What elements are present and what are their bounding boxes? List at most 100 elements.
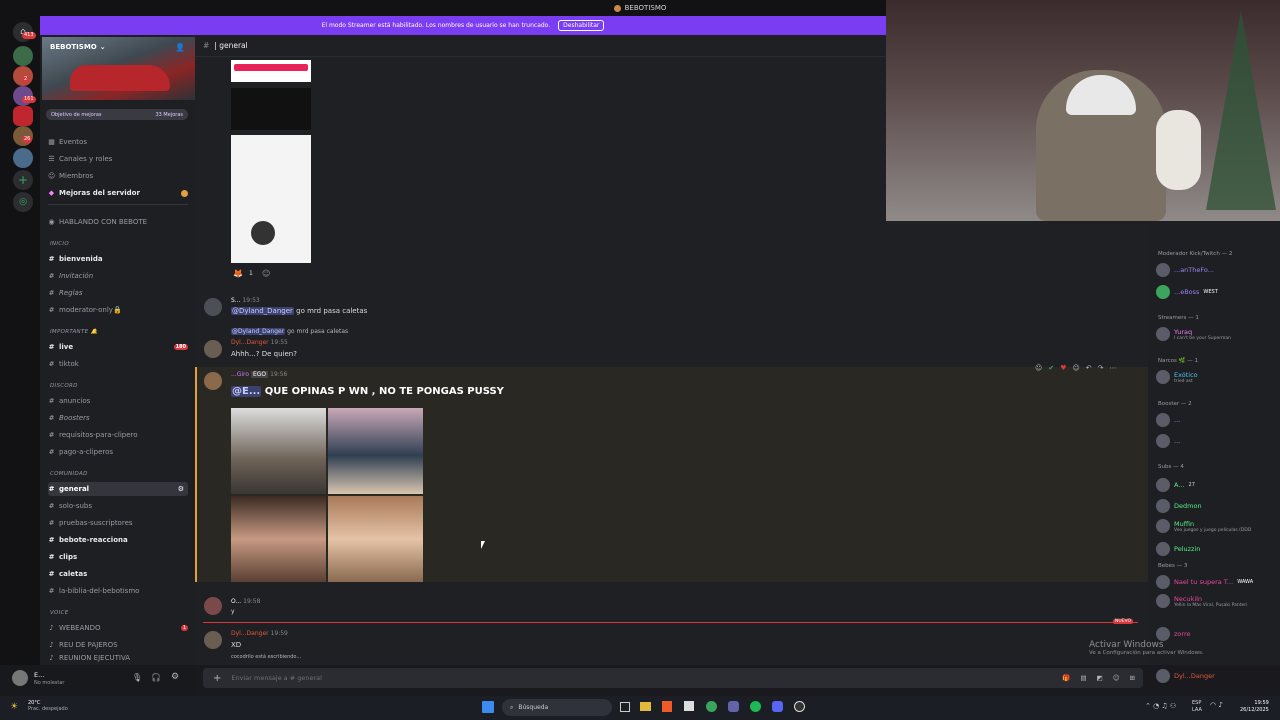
server-icon-1[interactable] [13,46,33,66]
member-item[interactable]: Muffin Veo juegos y juego películas (DDD [1156,519,1251,533]
message-avatar[interactable] [204,631,222,649]
member-item[interactable]: ...eBoss WEST [1156,285,1218,299]
server-icon-6[interactable] [13,148,33,168]
grid-image-1[interactable] [231,408,326,494]
user-avatar[interactable] [12,670,28,686]
taskview-icon[interactable] [620,702,630,712]
reply-icon[interactable]: ↶ [1086,364,1092,372]
forward-icon[interactable]: ↷ [1098,364,1104,372]
sidebar-item-hablando[interactable]: ◉ HABLANDO CON BEBOTE [48,215,188,229]
sidebar-item-mejoras[interactable]: ◆ Mejoras del servidor [48,186,188,200]
message-avatar[interactable] [204,298,222,316]
member-item[interactable]: Exótico tried ast [1156,370,1198,384]
channel-moderator-only[interactable]: # moderator-only🔒 [48,303,188,317]
chrome-icon[interactable] [706,701,717,712]
voice-reunion[interactable]: ♪ REUNION EJECUTIVA [48,653,188,663]
sticker-icon[interactable]: ◩ [1097,674,1103,682]
channel-solo-subs[interactable]: # solo-subs [48,499,188,513]
tray-icons[interactable]: ⌃ ◔ ♫ ⚇ [1145,702,1176,710]
channel-live[interactable]: # live 180 [48,340,188,354]
add-reaction-icon[interactable]: ☺ [1072,364,1079,372]
message-author[interactable]: S... 19:53 [231,297,260,304]
gift-icon[interactable]: 🎁 [1062,674,1070,682]
member-item[interactable]: ... [1156,434,1180,448]
member-item[interactable]: Yuraq I can't be your Superman [1156,327,1231,341]
obs-icon[interactable] [794,701,805,712]
channel-bienvenida[interactable]: # bienvenida [48,252,188,266]
channel-reglas[interactable]: # Reglas [48,286,188,300]
brave-icon[interactable] [662,701,672,712]
weather-widget[interactable]: 20°C Prac. despejado [28,700,68,712]
message-author[interactable]: Dyl...Danger 19:55 [231,339,288,346]
message-input[interactable]: Enviar mensaje a # general [231,674,322,682]
file-explorer-icon[interactable] [640,702,651,711]
channel-pruebas[interactable]: # pruebas-suscriptores [48,516,188,530]
category-discord[interactable]: DISCORD [50,383,78,389]
check-icon[interactable]: ✔ [1048,364,1054,372]
attachment-screenshot-2[interactable] [231,88,311,130]
member-item[interactable]: Dedmon [1156,499,1202,513]
channel-bebote-reacciona[interactable]: # bebote-reacciona [48,533,188,547]
member-item[interactable]: Dyl...Danger [1156,669,1215,683]
invite-icon[interactable]: 👤 [175,43,185,52]
category-voice[interactable]: VOICE [50,610,69,616]
teams-icon[interactable] [728,701,739,712]
boost-goal-bar[interactable]: Objetivo de mejoras 33 Mejoras [46,109,188,120]
message-composer[interactable]: + Enviar mensaje a # general 🎁 ▤ ◩ ☺ ⊞ [203,668,1143,688]
grid-image-4[interactable] [328,496,423,582]
message-author[interactable]: ...Giro EGO 19:56 [231,371,287,378]
channel-pago[interactable]: # pago-a-cliperos [48,445,188,459]
headphones-icon[interactable]: 🎧 [151,673,161,682]
member-item[interactable]: Peluzzin [1156,542,1200,556]
channel-boosters[interactable]: # Boosters [48,411,188,425]
server-icon-bebotismo[interactable] [13,106,33,126]
taskbar-search[interactable]: ⌕ Búsqueda [502,699,612,716]
reaction-emoji[interactable]: 🦊 [233,269,243,278]
category-comunidad[interactable]: COMUNIDAD [50,471,88,477]
disable-streamer-button[interactable]: Deshabilitar [558,20,605,31]
start-button-icon[interactable] [482,701,494,713]
member-item[interactable]: ... [1156,413,1180,427]
reply-preview[interactable]: @Dyland_Danger go mrd pasa caletas [231,328,348,335]
store-icon[interactable] [684,701,694,711]
attach-plus-icon[interactable]: + [213,673,221,684]
attachment-screenshot-3[interactable] [231,135,311,263]
sidebar-item-eventos[interactable]: ▦ Eventos [48,135,188,149]
spotify-icon[interactable] [750,701,761,712]
heart-icon[interactable]: ♥ [1060,364,1066,372]
voice-webeando[interactable]: ♪ WEBEANDO 1 [48,621,188,635]
channel-anuncios[interactable]: # anuncios [48,394,188,408]
message-avatar[interactable] [204,340,222,358]
emoji-icon[interactable]: ☺ [1113,674,1120,682]
apps-icon[interactable]: ⊞ [1130,674,1135,682]
attachment-image-grid[interactable] [231,408,423,582]
sidebar-item-miembros[interactable]: ☺ Miembros [48,169,188,183]
more-icon[interactable]: ⋯ [1110,364,1117,372]
channel-requisitos[interactable]: # requisitos-para-clipero [48,428,188,442]
voice-reu-pajeros[interactable]: ♪ REU DE PAJEROS [48,638,188,652]
server-name-header[interactable]: BEBOTISMO ⌄ [50,43,106,51]
mic-icon[interactable]: 🎙 [132,673,142,682]
channel-biblia[interactable]: # la-biblia-del-bebotismo [48,584,188,598]
member-item[interactable]: zorre [1156,627,1190,641]
category-inicio[interactable]: INICIO [50,241,69,247]
add-server-icon[interactable]: + [13,170,33,190]
member-item[interactable]: A... 27 [1156,478,1195,492]
gif-icon[interactable]: ▤ [1080,674,1086,682]
message-avatar[interactable] [204,372,222,390]
message-author[interactable]: Dyl...Danger 19:59 [231,630,288,637]
message-author[interactable]: O... 19:58 [231,598,260,605]
add-reaction-icon[interactable]: ☺ [262,269,270,278]
wifi-icon[interactable]: ◠ ♪ [1210,701,1223,709]
channel-general[interactable]: # general ⚙ [48,482,188,496]
emoji-reaction-icon[interactable]: ☺ [1035,364,1042,372]
language-indicator[interactable]: ESP LAA [1192,700,1202,714]
channel-invitacion[interactable]: # Invitación [48,269,188,283]
sidebar-item-canales[interactable]: ☰ Canales y roles [48,152,188,166]
chevron-down-icon[interactable]: ⌄ [100,43,106,51]
clock[interactable]: 19:59 26/12/2025 [1240,700,1269,714]
member-item[interactable]: ...anTheFo... [1156,263,1214,277]
channel-caletas[interactable]: # caletas [48,567,188,581]
message-avatar[interactable] [204,597,222,615]
channel-clips[interactable]: # clips [48,550,188,564]
